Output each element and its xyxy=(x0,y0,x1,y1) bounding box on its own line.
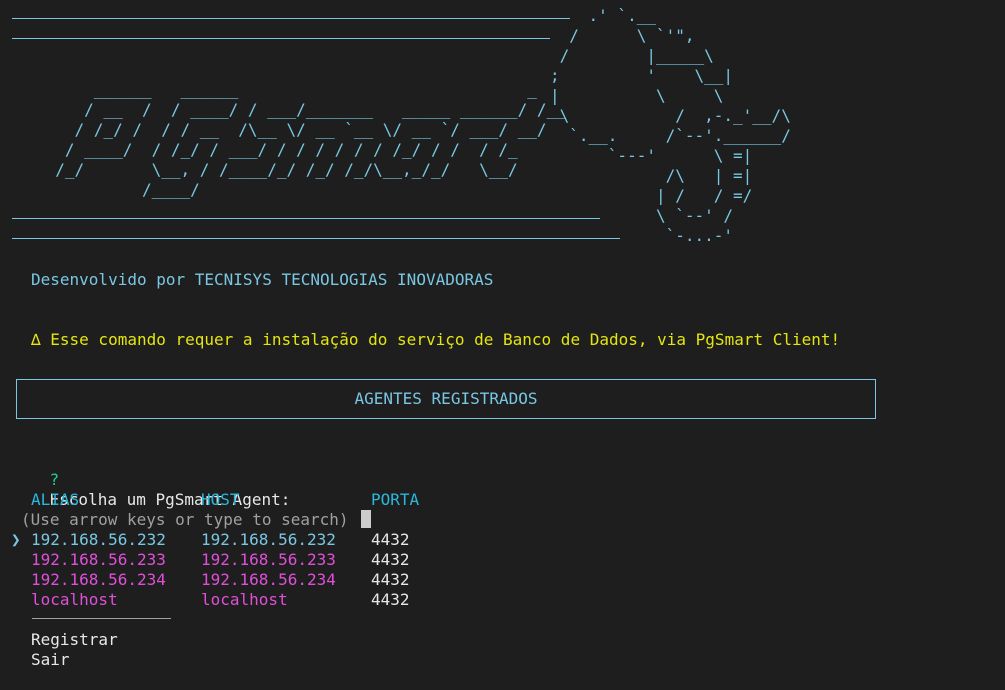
section-box-title: AGENTES REGISTRADOS xyxy=(354,389,538,408)
terminal-window[interactable]: ______ ______ _ / __ / / ____/ / ___/___… xyxy=(0,0,1005,674)
agent-host: 192.168.56.233 xyxy=(201,550,336,569)
agent-port: 4432 xyxy=(371,530,410,549)
agent-port: 4432 xyxy=(371,570,410,589)
list-item-agent[interactable]: 192.168.56.234 192.168.56.234 4432 xyxy=(0,570,430,590)
logo-ascii-art: ______ ______ _ / __ / / ____/ / ___/___… xyxy=(55,80,566,199)
elephant-ascii-art: .' `.__ / \ `'", / |_____\ ; ' \__| | \ … xyxy=(550,6,791,245)
menu-item-exit[interactable]: Sair xyxy=(31,650,70,670)
header-host: HOST xyxy=(201,490,240,509)
table-header-row: ALIAS HOST PORTA xyxy=(0,490,1005,510)
banner-bottom-line-2 xyxy=(12,238,620,239)
agent-alias: localhost xyxy=(31,590,118,609)
agent-host: 192.168.56.234 xyxy=(201,570,336,589)
agent-host: localhost xyxy=(201,590,288,609)
menu-separator xyxy=(32,618,171,619)
agent-host: 192.168.56.232 xyxy=(201,530,336,549)
banner-bottom-line-1 xyxy=(12,218,600,219)
agent-alias: 192.168.56.232 xyxy=(31,530,166,549)
section-box: AGENTES REGISTRADOS xyxy=(16,379,876,419)
banner-top-line-2 xyxy=(12,38,550,39)
warning-message: ∆ Esse comando requer a instalação do se… xyxy=(31,330,841,349)
menu-item-register[interactable]: Registrar xyxy=(31,630,118,650)
agent-alias: 192.168.56.234 xyxy=(31,570,166,589)
search-hint: (Use arrow keys or type to search) xyxy=(21,510,349,529)
agent-port: 4432 xyxy=(371,550,410,569)
developer-credit: Desenvolvido por TECNISYS TECNOLOGIAS IN… xyxy=(31,270,494,289)
list-item-agent[interactable]: ❯ 192.168.56.232 192.168.56.232 4432 xyxy=(0,530,430,550)
list-item-agent[interactable]: localhost localhost 4432 xyxy=(0,590,430,610)
header-alias: ALIAS xyxy=(31,490,80,509)
question-mark-icon: ? xyxy=(49,470,60,489)
agent-alias: 192.168.56.233 xyxy=(31,550,166,569)
text-cursor xyxy=(361,510,371,528)
selection-pointer-icon: ❯ xyxy=(11,530,21,549)
list-item-agent[interactable]: 192.168.56.233 192.168.56.233 4432 xyxy=(0,550,430,570)
banner-top-line-1 xyxy=(12,18,570,19)
header-porta: PORTA xyxy=(371,490,420,509)
agent-port: 4432 xyxy=(371,590,410,609)
